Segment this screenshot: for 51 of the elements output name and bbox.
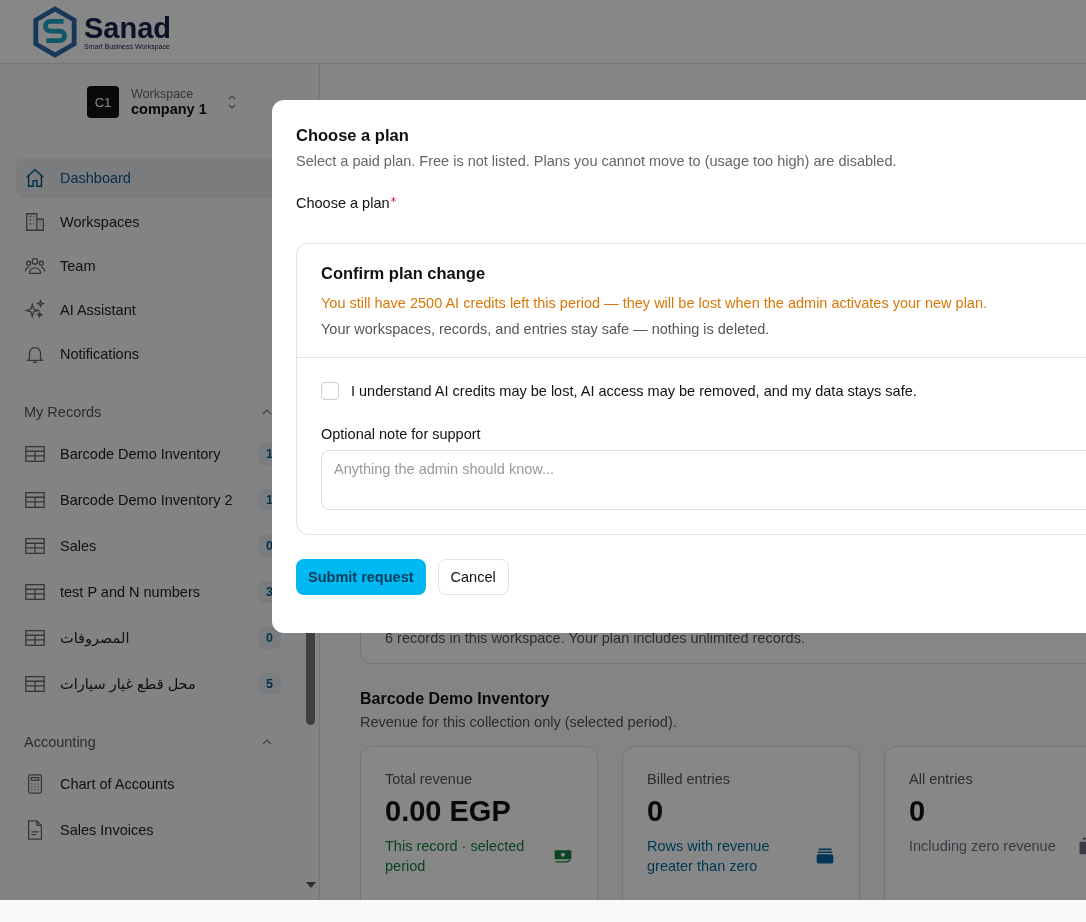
stat-label: All entries [909,771,974,787]
building-icon [24,211,46,233]
count-badge: 5 [258,673,281,695]
table-icon [24,627,46,649]
cancel-button[interactable]: Cancel [437,559,509,595]
sparkles-icon [24,299,46,321]
stat-note: Including zero revenue [909,837,1057,856]
stat-label: Total revenue [385,771,474,787]
chevron-icon[interactable] [261,408,273,416]
submit-button[interactable]: Submit request [296,559,426,595]
checkbox-label: I understand AI credits may be lost, AI access may be removed, and my data stays safe. [351,383,917,399]
table-icon [24,443,46,465]
note-label: Optional note for support [321,426,482,442]
stat-value: 0 [647,795,665,828]
safety-note: Your workspaces, records, and entries stay safe — nothing is deleted. [321,321,771,337]
scroll-down-icon[interactable] [306,882,316,888]
stat-note: Rows with revenue greater than zero [647,837,771,876]
note-field[interactable]: Anything the admin should know... [321,450,1086,510]
workspace-switcher[interactable]: C1 Workspace company 1 [87,80,287,124]
table-icon [24,489,46,511]
collection-title: Barcode Demo Inventory [360,690,551,708]
count-badge: 0 [258,627,281,649]
stat-value: 0.00 EGP [385,795,512,828]
stat-value: 0 [909,795,927,828]
section-heading: Accounting [24,734,96,750]
credits-warning: You still have 2500 AI credits left this period — they will be lost when the admin activates your new plan. [321,295,989,311]
field-label: Choose a plan [296,195,390,211]
collection-subtitle: Revenue for this collection only (selected period). [360,714,678,730]
people-icon [24,255,46,277]
stat-label: Billed entries [647,771,731,787]
nav-item[interactable]: Team [16,246,303,286]
stack-icon [815,846,835,866]
confirm-title: Confirm plan change [321,264,487,283]
workspace-name: company 1 [131,101,207,117]
table-icon [24,673,46,695]
sidebar-item[interactable]: Chart of Accounts [16,764,281,804]
workspace-avatar: C1 [87,86,119,118]
stat-note: This record · selected period [385,837,526,876]
dialog-title: Choose a plan [296,126,410,145]
brand-name: Sanad [84,13,172,43]
nav-item[interactable]: AI Assistant [16,290,303,330]
workspace-label: Workspace [131,87,195,101]
home-icon [24,167,46,189]
table-icon [24,581,46,603]
checkbox[interactable] [321,382,339,400]
nav-item[interactable]: Notifications [16,334,303,374]
sidebar-item[interactable]: Sales Invoices [16,810,281,850]
chevron-updown-icon [226,93,237,111]
table-icon [24,535,46,557]
logo-icon [32,5,78,58]
section-heading: My Records [24,404,102,420]
